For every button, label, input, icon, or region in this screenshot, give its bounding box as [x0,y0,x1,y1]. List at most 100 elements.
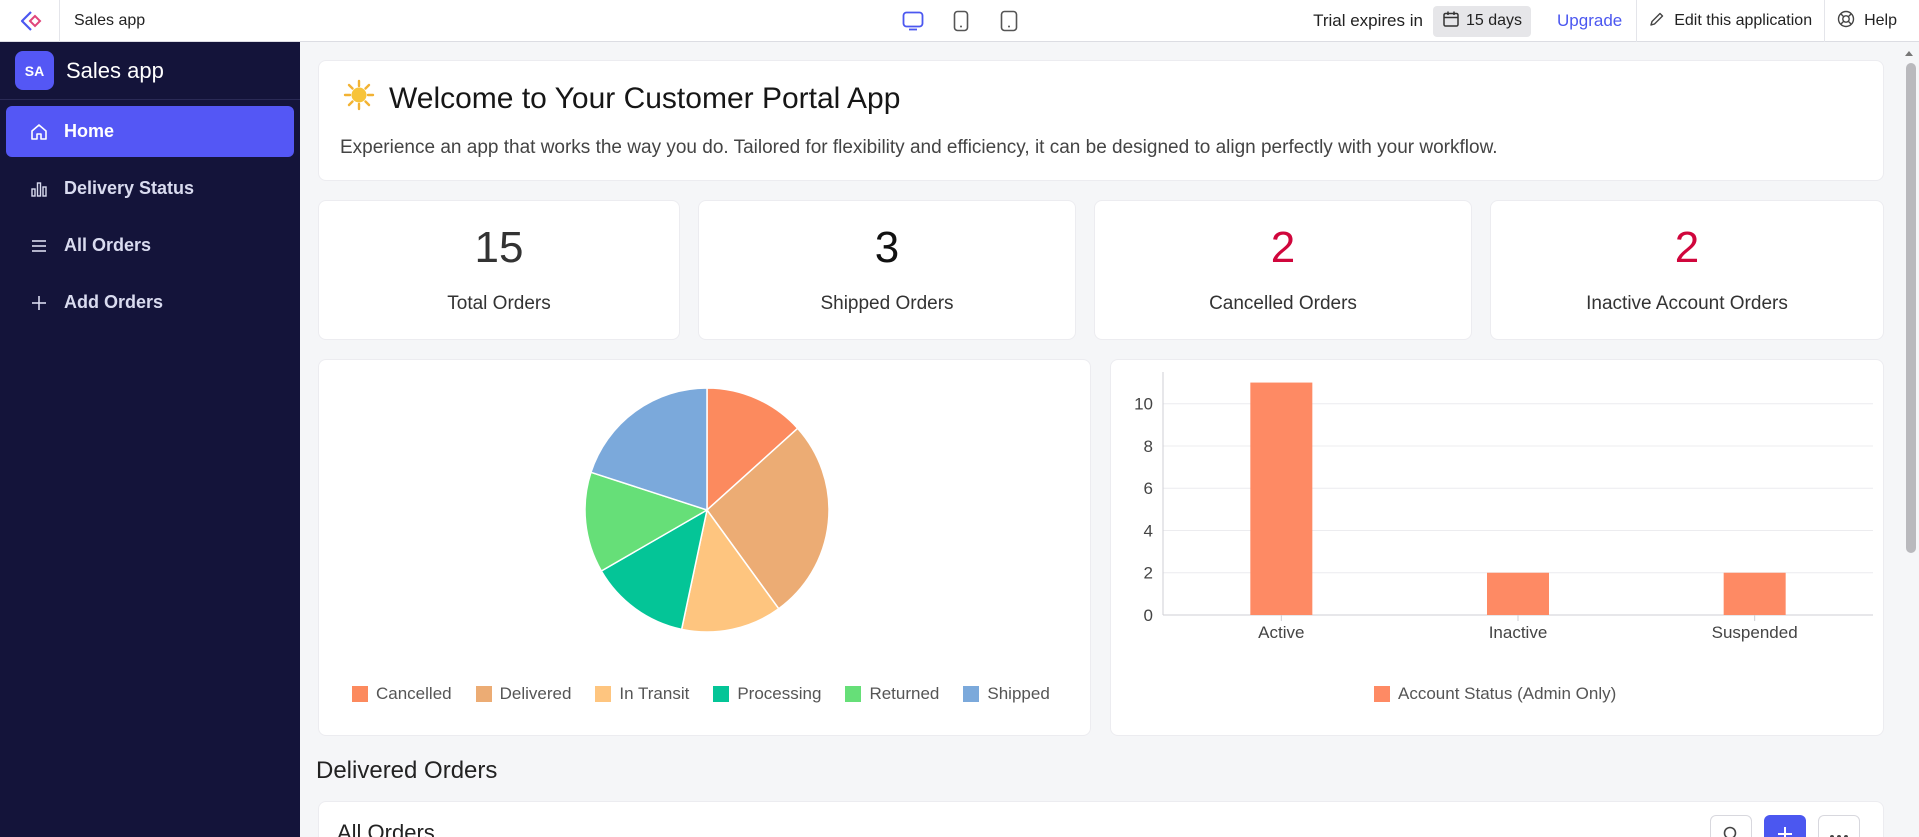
stat-card-inactive-account-orders: 2 Inactive Account Orders [1490,200,1884,340]
list-icon [28,235,50,257]
sidebar-item-label: Add Orders [64,292,164,312]
sidebar: SA Sales app Home Delivery Status All Or… [0,42,300,837]
legend-swatch [1374,686,1390,702]
avatar: SA [15,51,54,90]
legend-label: Delivered [499,684,572,703]
calendar-icon [1442,10,1460,33]
legend-swatch [845,686,862,702]
bar-chart-icon [28,178,50,200]
lifebuoy-icon [1837,10,1855,33]
home-icon [28,121,50,143]
help-label: Help [1864,12,1897,29]
x-tick-label: Inactive [1489,623,1548,642]
bar-inactive[interactable] [1487,572,1549,615]
legend-item[interactable]: Cancelled [352,684,452,704]
sidebar-item-home[interactable]: Home [6,106,294,157]
stat-value: 15 [474,223,524,272]
bar-suspended[interactable] [1723,572,1786,615]
stat-card-shipped-orders: 3 Shipped Orders [698,200,1076,340]
sun-icon [343,79,375,119]
legend-swatch [963,686,980,702]
welcome-card: Welcome to Your Customer Portal App Expe… [318,60,1884,181]
app-name: Sales app [74,11,146,29]
legend-item[interactable]: Delivered [475,684,572,704]
section-title-delivered-orders: Delivered Orders [316,757,498,784]
legend-item[interactable]: Returned [845,684,939,704]
x-tick-label: Active [1258,623,1304,642]
y-tick-label: 0 [1144,606,1153,625]
sidebar-title: Sales app [66,57,164,83]
search-icon [1722,825,1740,837]
bar-active[interactable] [1250,382,1313,615]
all-orders-card: All Orders [318,801,1884,837]
edit-application-button[interactable]: Edit this application [1637,0,1824,42]
sidebar-header: SA Sales app [0,42,300,100]
plus-icon [28,292,50,314]
trial-days: 15 days [1465,12,1523,29]
more-options-button[interactable] [1818,815,1860,837]
sidebar-item-add-orders[interactable]: Add Orders [6,277,294,328]
legend-swatch [595,686,612,702]
sidebar-nav: Home Delivery Status All Orders Add Orde… [0,100,300,340]
legend-label: Processing [737,684,822,703]
upgrade-link[interactable]: Upgrade [1557,11,1622,31]
search-button[interactable] [1710,815,1752,837]
trial-days-badge: 15 days [1432,5,1532,37]
stat-label: Shipped Orders [820,293,954,314]
sidebar-item-label: Home [64,121,115,141]
desktop-view-icon[interactable] [898,6,928,36]
stat-value: 3 [874,223,900,272]
app-logo-icon[interactable] [0,0,60,42]
sidebar-item-label: Delivery Status [64,178,195,198]
page-title: Welcome to Your Customer Portal App [389,82,901,115]
legend-label: Returned [869,684,940,703]
welcome-description: Experience an app that works the way you… [340,137,1498,158]
y-tick-label: 10 [1134,395,1153,414]
legend-swatch [713,686,730,702]
tablet-view-icon[interactable] [946,6,976,36]
legend-swatch [475,686,492,702]
stat-card-total-orders: 15 Total Orders [318,200,680,340]
bar-legend: Account Status (Admin Only) [1374,684,1616,704]
order-status-pie-card: Cancelled Delivered In Transit Processin… [318,359,1091,736]
stat-label: Inactive Account Orders [1586,293,1788,314]
sidebar-item-delivery-status[interactable]: Delivery Status [6,163,294,214]
legend-item[interactable]: Shipped [963,684,1050,704]
account-status-bar-chart: 0 2 4 6 8 10 Active Inactive Suspended [1134,372,1873,642]
sidebar-item-label: All Orders [64,235,152,255]
scrollbar-thumb[interactable] [1906,63,1916,553]
x-tick-label: Suspended [1712,623,1798,642]
plus-icon [1776,825,1794,837]
pencil-icon [1649,11,1665,32]
legend-label: In Transit [619,684,690,703]
top-bar: Sales app Trial expires in 15 days Upgra… [0,0,1919,42]
trial-label: Trial expires in [1313,11,1423,30]
sidebar-item-all-orders[interactable]: All Orders [6,220,294,271]
y-tick-label: 6 [1144,479,1153,498]
stat-card-cancelled-orders: 2 Cancelled Orders [1094,200,1472,340]
mobile-view-icon[interactable] [994,6,1024,36]
add-order-button[interactable] [1764,815,1806,837]
device-preview-switcher [898,6,1024,36]
y-tick-label: 8 [1144,437,1153,456]
stat-value: 2 [1270,223,1296,272]
legend-item[interactable]: In Transit [595,684,689,704]
pie-legend: Cancelled Delivered In Transit Processin… [352,684,1050,704]
help-button[interactable]: Help [1825,0,1919,42]
ellipsis-icon [1829,827,1849,837]
legend-label: Cancelled [376,684,452,703]
legend-item[interactable]: Processing [713,684,821,704]
order-status-pie-chart [584,387,830,633]
stat-label: Cancelled Orders [1209,293,1357,314]
account-status-bar-card: 0 2 4 6 8 10 Active Inactive Suspended Account S… [1110,359,1884,736]
legend-swatch [352,686,368,702]
welcome-heading: Welcome to Your Customer Portal App [343,79,900,119]
y-tick-label: 2 [1144,564,1153,583]
legend-label: Account Status (Admin Only) [1398,684,1617,703]
y-tick-label: 4 [1144,521,1153,540]
stat-label: Total Orders [447,293,551,314]
legend-item[interactable]: Account Status (Admin Only) [1374,684,1616,704]
edit-application-label: Edit this application [1674,12,1813,29]
legend-label: Shipped [987,684,1050,703]
stat-value: 2 [1674,223,1700,272]
